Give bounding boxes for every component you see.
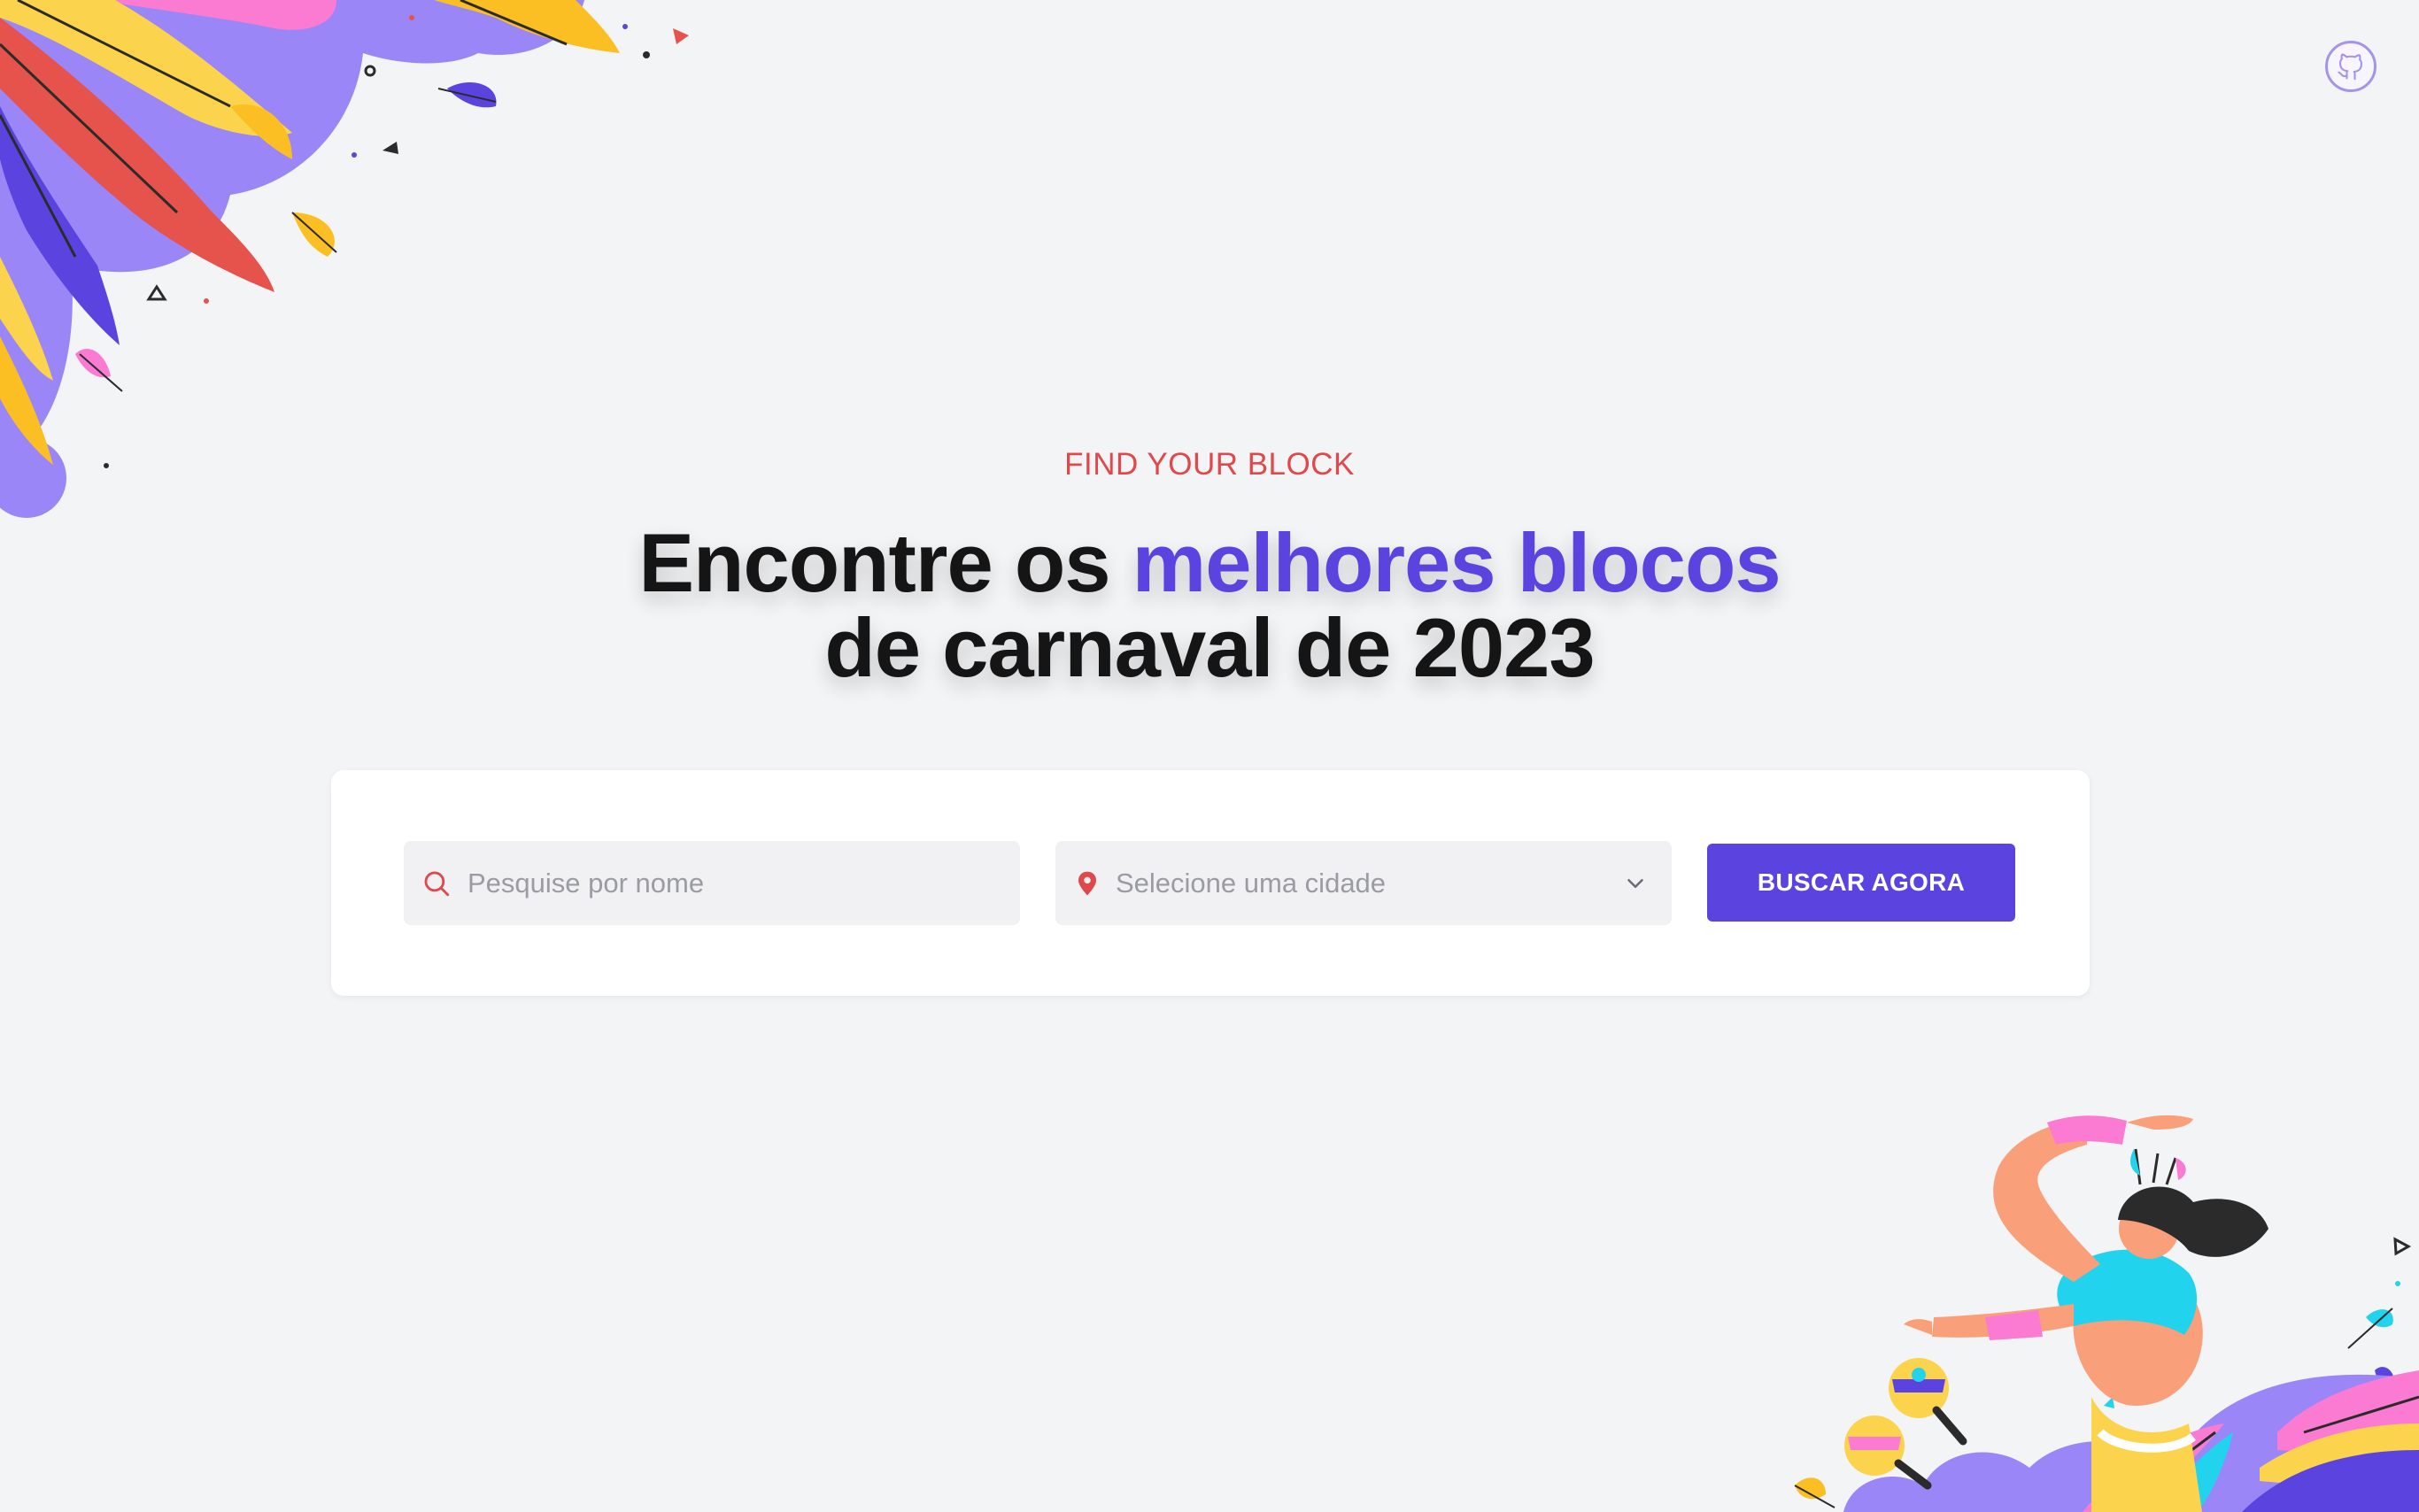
github-icon — [2335, 50, 2367, 82]
carnival-feathers-illustration — [0, 0, 689, 518]
page: FIND YOUR BLOCK Encontre os melhores blo… — [0, 0, 2419, 1512]
city-select-value: Selecione uma cidade — [1116, 867, 1387, 899]
chevron-down-icon — [1622, 870, 1649, 897]
page-title: Encontre os melhores blocos de carnaval d… — [0, 521, 2419, 690]
city-select[interactable]: Selecione uma cidade — [1055, 841, 1672, 925]
map-pin-icon — [1073, 868, 1101, 899]
search-input[interactable] — [466, 866, 965, 900]
github-link[interactable] — [2325, 41, 2376, 92]
search-icon — [421, 868, 452, 899]
headline-part1: Encontre os — [638, 516, 1132, 609]
search-name-field[interactable] — [404, 841, 1020, 925]
headline-line2: de carnaval de 2023 — [824, 601, 1595, 694]
carnival-dancer-illustration — [1794, 1115, 2419, 1512]
headline-accent: melhores blocos — [1132, 516, 1781, 609]
eyebrow-label: FIND YOUR BLOCK — [1064, 447, 1355, 482]
